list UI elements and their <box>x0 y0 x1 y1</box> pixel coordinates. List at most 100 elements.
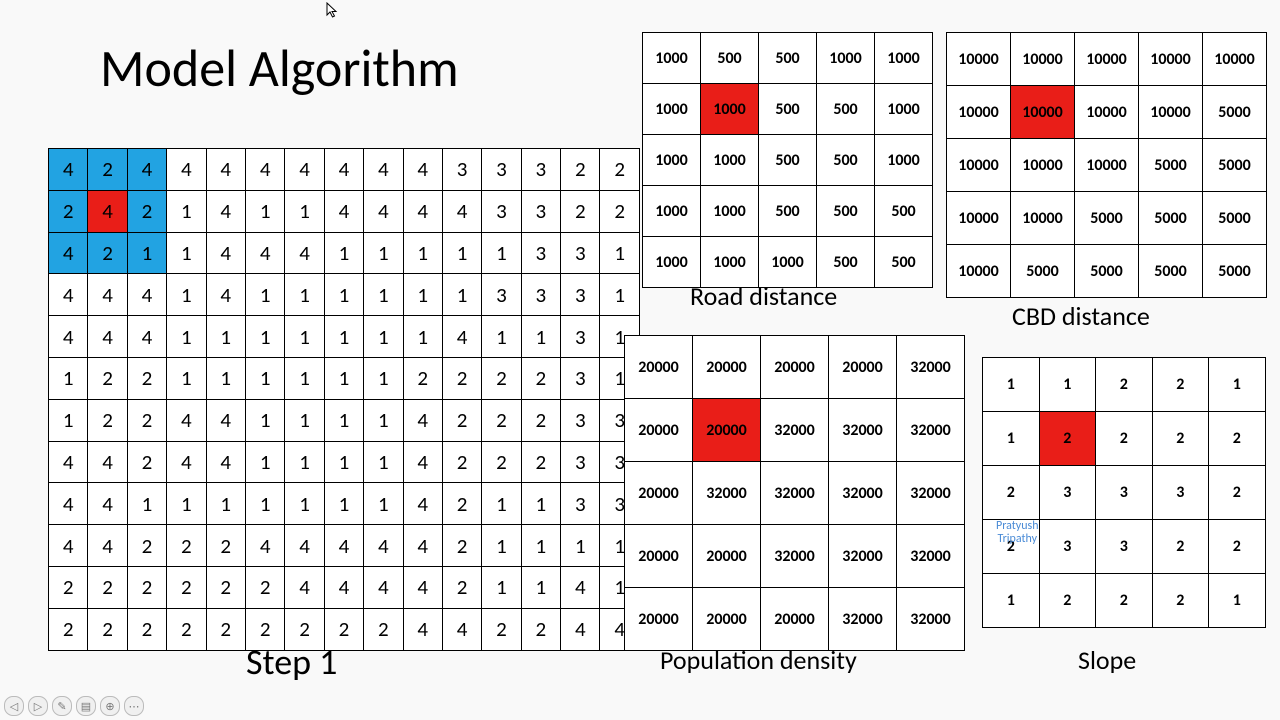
grid-cell: 2 <box>167 525 206 567</box>
grid-cell: 1000 <box>643 135 701 186</box>
grid-cell: 500 <box>875 186 933 237</box>
grid-cell: 3 <box>561 316 600 358</box>
grid-cell: 20000 <box>693 336 761 399</box>
grid-cell: 4 <box>324 566 363 608</box>
grid-cell: 32000 <box>829 525 897 588</box>
grid-cell: 2 <box>442 357 481 399</box>
grid-cell: 5000 <box>1203 245 1267 298</box>
grid-cell: 20000 <box>693 588 761 651</box>
zoom-button[interactable]: ⊕ <box>100 696 120 716</box>
grid-cell: 2 <box>49 566 88 608</box>
grid-cell: 4 <box>49 441 88 483</box>
grid-cell: 1 <box>324 316 363 358</box>
grid-cell: 2 <box>49 608 88 650</box>
grid-cell: 500 <box>817 186 875 237</box>
grid-cell: 1 <box>442 232 481 274</box>
more-button[interactable]: ⋯ <box>124 696 144 716</box>
grid-cell: 3 <box>561 274 600 316</box>
grid-cell: 1 <box>245 483 284 525</box>
grid-cell: 4 <box>285 566 324 608</box>
grid-cell: 5000 <box>1203 139 1267 192</box>
grid-cell: 32000 <box>897 462 965 525</box>
grid-cell: 1 <box>127 232 166 274</box>
grid-cell: 1 <box>983 574 1040 628</box>
grid-cell: 1 <box>49 357 88 399</box>
grid-cell: 3 <box>521 190 560 232</box>
grid-cell: 4 <box>49 149 88 191</box>
prev-slide-button[interactable]: ◁ <box>4 696 24 716</box>
next-slide-button[interactable]: ▷ <box>28 696 48 716</box>
grid-cell: 2 <box>206 525 245 567</box>
grid-cell: 2 <box>521 399 560 441</box>
menu-button[interactable]: ▤ <box>76 696 96 716</box>
grid-cell: 2 <box>364 608 403 650</box>
grid-cell: 2 <box>127 441 166 483</box>
grid-cell: 3 <box>482 149 521 191</box>
grid-cell: 32000 <box>693 462 761 525</box>
grid-cell: 2 <box>482 357 521 399</box>
grid-cell: 2 <box>245 608 284 650</box>
mouse-cursor-icon <box>326 2 338 18</box>
grid-cell: 4 <box>403 149 442 191</box>
grid-cell: 32000 <box>829 588 897 651</box>
grid-cell: 1 <box>285 399 324 441</box>
grid-cell: 4 <box>364 149 403 191</box>
grid-cell: 10000 <box>1139 33 1203 86</box>
grid-cell: 4 <box>561 608 600 650</box>
grid-cell: 2 <box>983 520 1040 574</box>
road-distance-grid: 1000500500100010001000100050050010001000… <box>642 32 933 288</box>
grid-cell: 1 <box>245 274 284 316</box>
grid-cell: 2 <box>1209 520 1266 574</box>
grid-cell: 1 <box>600 274 639 316</box>
grid-cell: 2 <box>127 357 166 399</box>
grid-cell: 4 <box>403 190 442 232</box>
grid-cell: 1 <box>600 232 639 274</box>
grid-cell: 1 <box>285 316 324 358</box>
grid-cell: 1 <box>206 357 245 399</box>
grid-cell: 1 <box>245 399 284 441</box>
grid-cell: 2 <box>482 441 521 483</box>
grid-cell: 2 <box>88 608 127 650</box>
grid-cell: 2 <box>127 608 166 650</box>
pen-tool-button[interactable]: ✎ <box>52 696 72 716</box>
grid-cell: 2 <box>442 399 481 441</box>
grid-cell: 1 <box>324 357 363 399</box>
grid-cell: 4 <box>245 232 284 274</box>
grid-cell: 4 <box>88 316 127 358</box>
grid-cell: 10000 <box>1075 33 1139 86</box>
grid-cell: 4 <box>442 608 481 650</box>
grid-cell: 3 <box>521 232 560 274</box>
grid-cell: 2 <box>1096 358 1153 412</box>
grid-cell: 4 <box>403 399 442 441</box>
grid-cell: 2 <box>442 441 481 483</box>
grid-cell: 4 <box>403 566 442 608</box>
grid-cell: 32000 <box>829 462 897 525</box>
grid-cell: 4 <box>88 483 127 525</box>
grid-cell: 1 <box>167 483 206 525</box>
grid-cell: 2 <box>88 357 127 399</box>
grid-cell: 10000 <box>1011 139 1075 192</box>
grid-cell: 10000 <box>1203 33 1267 86</box>
grid-cell: 3 <box>561 399 600 441</box>
grid-cell: 500 <box>759 84 817 135</box>
grid-cell: 1 <box>403 274 442 316</box>
grid-cell: 1000 <box>643 33 701 84</box>
grid-cell: 1 <box>206 316 245 358</box>
grid-cell: 20000 <box>693 525 761 588</box>
grid-cell: 4 <box>364 190 403 232</box>
grid-cell: 4 <box>49 232 88 274</box>
grid-cell: 1 <box>561 525 600 567</box>
presentation-toolbar: ◁ ▷ ✎ ▤ ⊕ ⋯ <box>4 696 144 716</box>
grid-cell: 4 <box>127 149 166 191</box>
grid-cell: 4 <box>206 232 245 274</box>
grid-cell: 3 <box>1039 466 1096 520</box>
grid-cell: 5000 <box>1075 192 1139 245</box>
grid-cell: 20000 <box>761 336 829 399</box>
grid-cell: 2 <box>206 566 245 608</box>
grid-cell: 2 <box>1039 574 1096 628</box>
grid-cell: 2 <box>88 399 127 441</box>
grid-cell: 10000 <box>947 139 1011 192</box>
grid-cell: 3 <box>561 441 600 483</box>
grid-cell: 3 <box>482 274 521 316</box>
grid-cell: 2 <box>127 399 166 441</box>
